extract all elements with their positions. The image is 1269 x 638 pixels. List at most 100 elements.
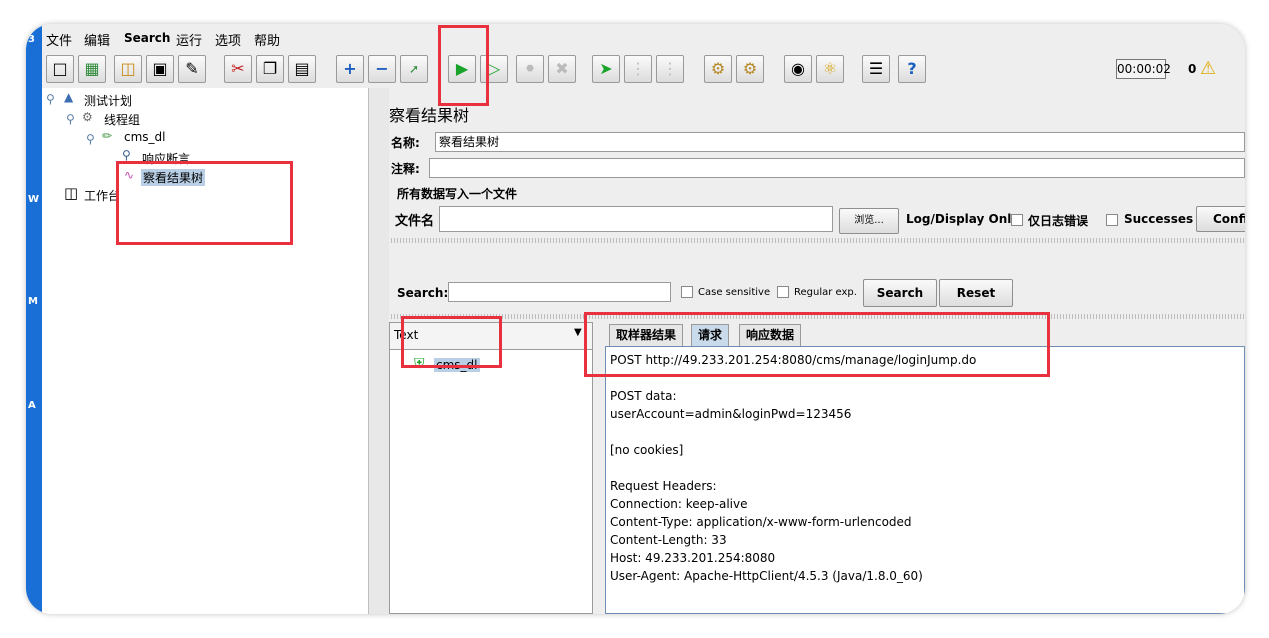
warning-icon[interactable]: ⚠ — [1200, 58, 1216, 79]
expand-icon[interactable]: + — [336, 55, 364, 83]
warning-count: 0 — [1188, 62, 1197, 76]
open-folder-icon[interactable]: ◫ — [114, 55, 142, 83]
save-as-icon[interactable]: ✎ — [178, 55, 206, 83]
binoculars-icon[interactable]: ◉ — [784, 55, 812, 83]
view-results-tree-panel: 察看结果树 名称: 察看结果树 注释: 所有数据写入一个文件 文件名 浏览...… — [389, 88, 1245, 614]
errors-label: 仅日志错误 — [1028, 214, 1089, 228]
start-icon[interactable]: ▶ — [448, 55, 476, 83]
log-display-label: Log/Display Only: — [906, 212, 1024, 226]
listener-icon: ∿ — [124, 168, 135, 182]
jmeter-window: 文件 编辑 Search 运行 选项 帮助 □ ▦ ◫ ▣ ✎ ✂ ❐ ▤ + … — [42, 24, 1245, 614]
elapsed-timer: 00:00:02 — [1116, 59, 1171, 79]
copy-icon[interactable]: ❐ — [256, 55, 284, 83]
help-icon[interactable]: ? — [898, 55, 926, 83]
test-plan-tree: ⚲ ▲ 测试计划 ⚲ ⚙ 线程组 ⚲ ✏ cms_dl ⚲ 响应断言 ∿ 察看结… — [42, 88, 369, 614]
menu-file[interactable]: 文件 — [46, 30, 72, 49]
request-line: Host: 49.233.201.254:8080 — [610, 551, 776, 565]
search-label: Search: — [397, 286, 449, 300]
tree-node-thread-group[interactable]: 线程组 — [104, 111, 140, 128]
name-label: 名称: — [391, 136, 420, 150]
filename-field[interactable] — [439, 206, 833, 232]
paste-icon[interactable]: ▤ — [288, 55, 316, 83]
request-details: POST http://49.233.201.254:8080/cms/mana… — [605, 346, 1245, 614]
split-divider[interactable] — [391, 314, 1245, 319]
tree-node-sampler[interactable]: cms_dl — [124, 130, 166, 144]
successes-checkbox[interactable] — [1106, 214, 1118, 226]
shutdown-icon[interactable]: ✖ — [548, 55, 576, 83]
renderer-select[interactable]: Text ▼ — [390, 323, 592, 350]
errors-checkbox[interactable] — [1011, 214, 1023, 226]
thread-group-icon: ⚙ — [82, 110, 93, 124]
start-no-pause-icon[interactable]: ▷ — [480, 55, 508, 83]
broom-icon[interactable]: ⚛ — [816, 55, 844, 83]
menu-edit[interactable]: 编辑 — [84, 30, 110, 49]
result-item[interactable]: cms_dl — [434, 358, 480, 372]
case-sensitive-label: Case sensitive — [698, 287, 771, 298]
request-line: Connection: keep-alive — [610, 497, 748, 511]
successes-label: Successes — [1124, 212, 1194, 226]
remote-stop-icon[interactable]: ⋮ — [624, 55, 652, 83]
search-button[interactable]: Search — [863, 279, 937, 307]
filename-label: 文件名 — [395, 214, 435, 229]
assertion-icon: ⚲ — [122, 148, 131, 162]
search-input[interactable] — [448, 282, 671, 302]
tree-expander-icon[interactable]: ⚲ — [86, 132, 95, 146]
name-field[interactable]: 察看结果树 — [435, 132, 1245, 152]
request-line: userAccount=admin&loginPwd=123456 — [610, 407, 852, 421]
stop-icon[interactable]: ⬣ — [516, 55, 544, 83]
menu-run[interactable]: 运行 — [176, 30, 202, 49]
renderer-value: Text — [394, 328, 419, 342]
test-plan-icon: ▲ — [64, 90, 74, 104]
pane-splitter[interactable] — [369, 88, 389, 614]
comment-field[interactable] — [429, 158, 1245, 178]
tree-node-listener[interactable]: 察看结果树 — [141, 169, 206, 186]
menu-search[interactable]: Search — [124, 31, 170, 45]
clear-all-icon[interactable]: ⚙ — [736, 55, 764, 83]
cut-icon[interactable]: ✂ — [224, 55, 252, 83]
clear-icon[interactable]: ⚙ — [704, 55, 732, 83]
success-shield-icon: ⛨ — [414, 356, 425, 372]
workbench-icon: ◫ — [64, 184, 79, 202]
reset-button[interactable]: Reset — [939, 279, 1013, 307]
desktop-icon-label: A — [28, 400, 36, 411]
request-line: POST http://49.233.201.254:8080/cms/mana… — [610, 353, 977, 367]
tree-node-test-plan[interactable]: 测试计划 — [84, 92, 132, 109]
menu-options[interactable]: 选项 — [215, 30, 241, 49]
remote-shutdown-icon[interactable]: ⋮ — [656, 55, 684, 83]
request-line: POST data: — [610, 389, 677, 403]
panel-title: 察看结果树 — [389, 106, 470, 125]
file-section-title: 所有数据写入一个文件 — [397, 187, 518, 201]
request-line: User-Agent: Apache-HttpClient/4.5.3 (Jav… — [610, 569, 923, 583]
desktop-icon-label: M — [28, 296, 38, 307]
toggle-icon[interactable]: ➚ — [400, 55, 428, 83]
regex-checkbox[interactable] — [777, 286, 789, 298]
screenshot-frame: 3 W M A 文件 编辑 Search 运行 选项 帮助 □ ▦ ◫ ▣ ✎ … — [26, 24, 1245, 614]
menu-help[interactable]: 帮助 — [254, 30, 280, 49]
request-line: Request Headers: — [610, 479, 717, 493]
regex-label: Regular exp. — [794, 287, 857, 298]
sampler-icon: ✏ — [102, 129, 113, 143]
chevron-down-icon[interactable]: ▼ — [574, 327, 582, 338]
tree-expander-icon[interactable]: ⚲ — [46, 92, 55, 106]
function-helper-icon[interactable]: ☰ — [862, 55, 890, 83]
tab-response-data[interactable]: 响应数据 — [739, 324, 802, 346]
configure-button[interactable]: Confi — [1196, 206, 1245, 232]
request-line: Content-Length: 33 — [610, 533, 727, 547]
templates-icon[interactable]: ▦ — [78, 55, 106, 83]
menu-bar: 文件 编辑 Search 运行 选项 帮助 — [42, 24, 1245, 52]
desktop-icon-label: 3 — [28, 34, 35, 45]
request-line: [no cookies] — [610, 443, 684, 457]
new-file-icon[interactable]: □ — [46, 55, 74, 83]
browse-button[interactable]: 浏览... — [839, 208, 899, 234]
tab-request[interactable]: 请求 — [691, 324, 730, 346]
tab-sampler-result[interactable]: 取样器结果 — [609, 324, 684, 346]
tree-node-workbench[interactable]: 工作台 — [84, 187, 120, 204]
remote-start-icon[interactable]: ➤ — [592, 55, 620, 83]
tree-expander-icon[interactable]: ⚲ — [66, 112, 75, 126]
split-divider[interactable] — [391, 238, 1245, 243]
tree-node-assertion[interactable]: 响应断言 — [142, 150, 190, 167]
comment-label: 注释: — [391, 162, 420, 176]
save-icon[interactable]: ▣ — [146, 55, 174, 83]
case-sensitive-checkbox[interactable] — [681, 286, 693, 298]
collapse-icon[interactable]: − — [368, 55, 396, 83]
